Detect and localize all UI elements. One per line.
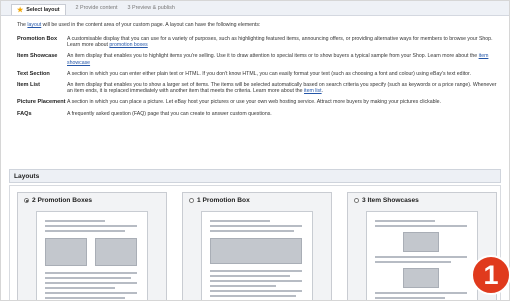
definition-row: Item Showcase An item display that enabl… [17, 53, 499, 65]
layouts-heading: Layouts [9, 169, 501, 183]
definition-desc: A section in which you can place a pictu… [67, 99, 441, 106]
definition-desc: A frequently asked question (FAQ) page t… [67, 110, 272, 117]
layout-label: 3 Item Showcases [362, 197, 419, 204]
definition-desc: An item display that enables you to show… [67, 82, 497, 95]
radio-unselected[interactable] [354, 198, 359, 203]
intro-text: The layout will be used in the content a… [17, 22, 261, 28]
definition-term: FAQs [17, 110, 32, 117]
definition-desc: An item display that enables you to high… [67, 53, 489, 66]
layout-link[interactable]: layout [27, 22, 41, 28]
definition-row: Text Section A section in which you can … [17, 71, 499, 77]
definition-desc: A section in which you can enter either … [67, 70, 471, 77]
step-number-badge: 1 [471, 255, 510, 295]
layout-label: 2 Promotion Boxes [32, 197, 93, 204]
definition-term: Picture Placement [17, 99, 66, 106]
definition-term: Item Showcase [17, 53, 58, 60]
definition-row: FAQs A frequently asked question (FAQ) p… [17, 111, 499, 117]
layouts-area: 2 Promotion Boxes 1 Promotion Box 3 Item… [9, 185, 501, 300]
definition-term: Item List [17, 82, 41, 89]
step-select-layout[interactable]: ★ Select layout [11, 3, 66, 15]
definition-row: Promotion Box A customisable display tha… [17, 36, 499, 48]
step-label: 2 Provide content [75, 5, 118, 11]
definition-desc: A customisable display that you can use … [67, 36, 493, 49]
layout-label: 1 Promotion Box [197, 197, 250, 204]
radio-unselected[interactable] [189, 198, 194, 203]
radio-selected[interactable] [24, 198, 29, 203]
step-label: Select layout [26, 6, 60, 13]
element-definitions: Promotion Box A customisable display tha… [17, 36, 499, 117]
layout-thumbnail [36, 211, 148, 300]
promotion-boxes-link[interactable]: promotion boxes [109, 42, 147, 48]
item-list-link[interactable]: item list [304, 88, 322, 94]
definition-row: Item List An item display that enables y… [17, 82, 499, 94]
definition-term: Promotion Box [17, 36, 58, 42]
page-frame: ★ Select layout 2 Provide content 3 Prev… [0, 0, 510, 301]
definition-row: Picture Placement A section in which you… [17, 99, 499, 105]
layout-thumbnail [201, 211, 313, 300]
star-icon: ★ [17, 6, 24, 14]
step-label: 3 Preview & publish [127, 5, 175, 11]
layout-thumbnail [366, 211, 478, 300]
wizard-steps: ★ Select layout 2 Provide content 3 Prev… [1, 1, 509, 16]
step-provide-content[interactable]: 2 Provide content [76, 5, 118, 11]
step-preview-publish[interactable]: 3 Preview & publish [128, 5, 175, 11]
definition-term: Text Section [17, 70, 50, 77]
layout-card-1-promotion-box[interactable]: 1 Promotion Box [182, 192, 332, 300]
layout-card-2-promotion-boxes[interactable]: 2 Promotion Boxes [17, 192, 167, 300]
